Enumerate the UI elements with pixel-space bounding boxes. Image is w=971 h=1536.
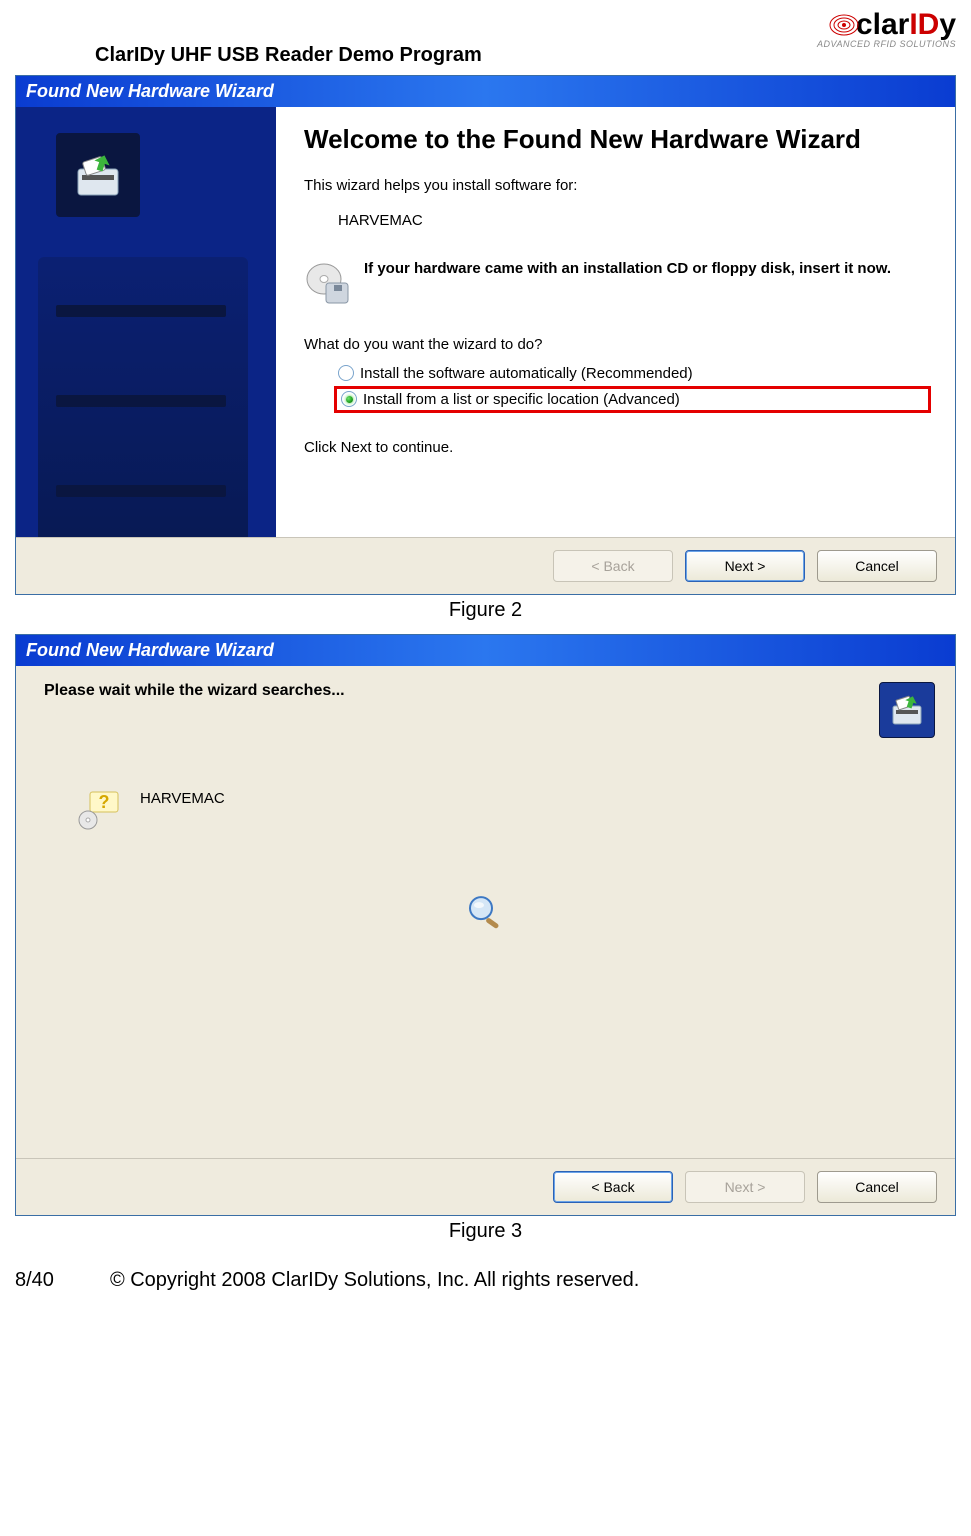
wizard-1-titlebar: Found New Hardware Wizard [16, 76, 955, 107]
radio-option-auto[interactable]: Install the software automatically (Reco… [334, 363, 931, 384]
wizard-1-button-strip: < Back Next > Cancel [16, 537, 955, 594]
logo-swirl-icon [804, 13, 860, 37]
wizard-1-welcome-heading: Welcome to the Found New Hardware Wizard [304, 125, 931, 155]
cancel-button[interactable]: Cancel [817, 1171, 937, 1203]
wizard-2-device-name: HARVEMAC [140, 790, 225, 807]
figure-3-caption: Figure 3 [15, 1220, 956, 1243]
logo-tagline: ADVANCED RFID SOLUTIONS [804, 40, 956, 49]
cd-instruction-text: If your hardware came with an installati… [364, 259, 891, 279]
wizard-1-click-next-text: Click Next to continue. [304, 439, 931, 456]
cancel-button[interactable]: Cancel [817, 550, 937, 582]
hardware-install-icon [879, 682, 935, 738]
next-button: Next > [685, 1171, 805, 1203]
figure-2-caption: Figure 2 [15, 599, 956, 622]
copyright-text: © Copyright 2008 ClarIDy Solutions, Inc.… [110, 1269, 639, 1292]
wizard-1-help-text: This wizard helps you install software f… [304, 177, 931, 194]
wizard-1-side-graphic [16, 107, 276, 537]
radio-icon [341, 391, 357, 407]
company-logo: clarIDy ADVANCED RFID SOLUTIONS [804, 10, 956, 49]
wizard-1-question: What do you want the wizard to do? [304, 336, 931, 353]
radio-label: Install the software automatically (Reco… [360, 365, 693, 382]
magnifier-search-icon [466, 893, 506, 938]
radio-option-advanced[interactable]: Install from a list or specific location… [334, 386, 931, 413]
page-footer: 8/40 © Copyright 2008 ClarIDy Solutions,… [15, 1269, 956, 1292]
question-device-icon: ? [76, 786, 122, 832]
logo-text: clarIDy [856, 10, 956, 40]
document-title: ClarIDy UHF USB Reader Demo Program [95, 44, 482, 67]
page-header: ClarIDy UHF USB Reader Demo Program clar… [15, 10, 956, 67]
wizard-2-button-strip: < Back Next > Cancel [16, 1158, 955, 1215]
radio-icon [338, 365, 354, 381]
back-button: < Back [553, 550, 673, 582]
hardware-install-icon [56, 133, 140, 217]
cd-icon [304, 259, 350, 310]
wizard-1-window: Found New Hardware Wizard Welcome to the… [15, 75, 956, 595]
back-button[interactable]: < Back [553, 1171, 673, 1203]
next-button[interactable]: Next > [685, 550, 805, 582]
svg-text:?: ? [99, 792, 110, 812]
wizard-2-titlebar: Found New Hardware Wizard [16, 635, 955, 666]
wizard-2-heading: Please wait while the wizard searches... [44, 682, 345, 700]
radio-label: Install from a list or specific location… [363, 391, 680, 408]
wizard-1-device-name: HARVEMAC [338, 212, 931, 229]
wizard-2-window: Found New Hardware Wizard Please wait wh… [15, 634, 956, 1216]
page-number: 8/40 [15, 1269, 54, 1292]
